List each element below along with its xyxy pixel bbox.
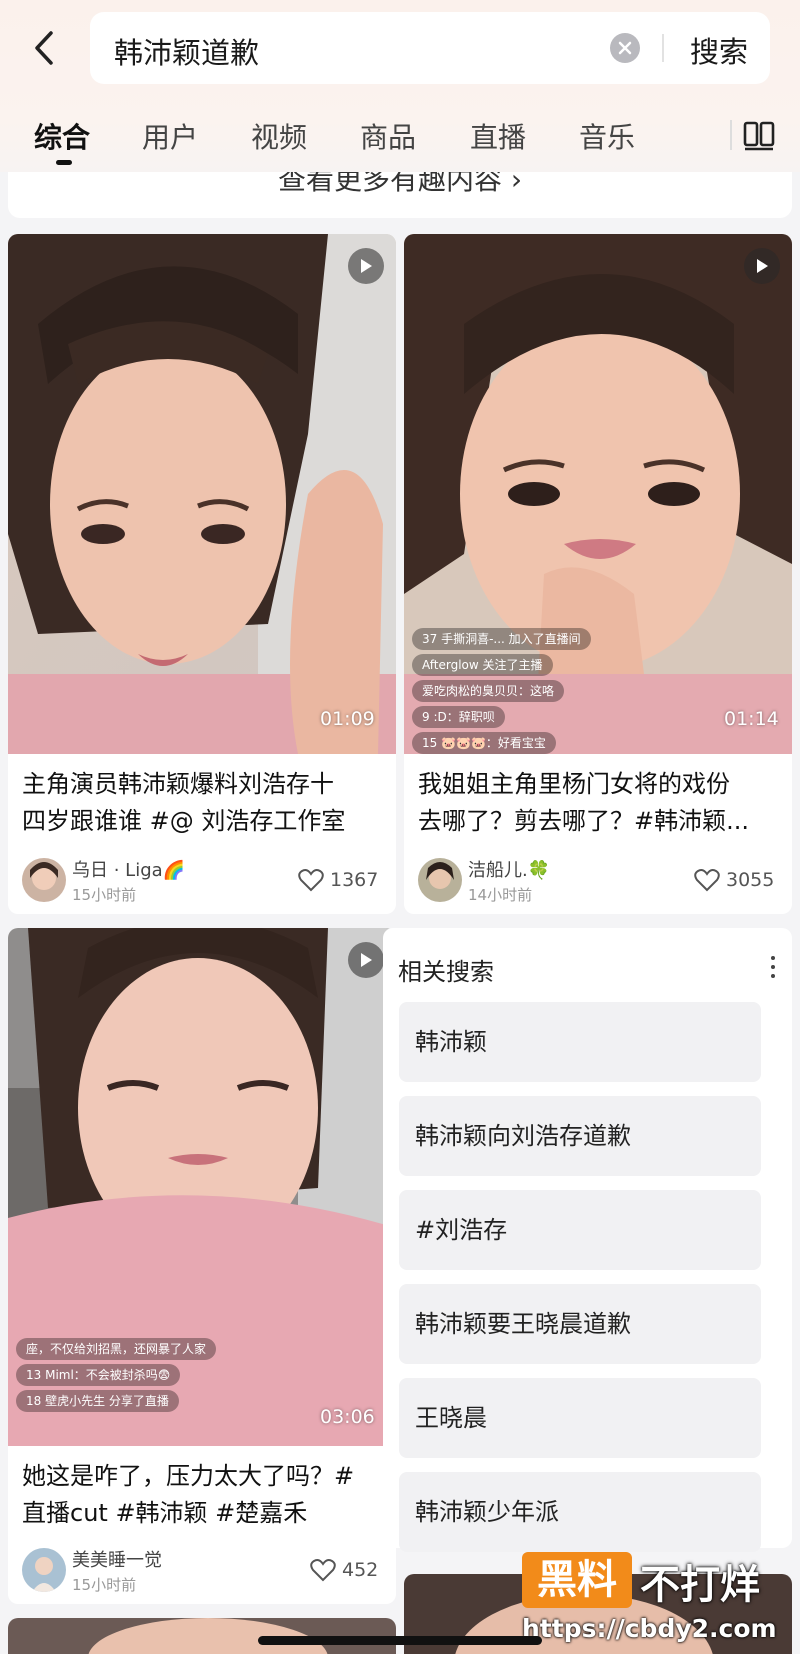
like-count: 452 (342, 1559, 379, 1581)
tab-products[interactable]: 商品 (360, 116, 416, 156)
layout-toggle-icon[interactable] (742, 118, 776, 152)
heart-icon (694, 869, 720, 892)
search-input[interactable]: 韩沛颖道歉 (114, 30, 259, 72)
tab-live[interactable]: 直播 (470, 116, 526, 156)
back-button[interactable] (22, 22, 66, 74)
post-time: 15小时前 (72, 886, 137, 904)
more-content-text: 查看更多有趣内容 › (278, 172, 523, 196)
more-content-banner[interactable]: 查看更多有趣内容 › (8, 172, 792, 218)
tab-users[interactable]: 用户 (142, 116, 198, 156)
more-options-icon[interactable] (763, 952, 783, 982)
play-icon (348, 248, 384, 284)
watermark-text: 不打烊 (640, 1562, 760, 1608)
author-name[interactable]: 洁船儿.🍀 (468, 856, 550, 882)
card-title[interactable]: 她这是咋了，压力太大了吗？# 直播cut #韩沛颖 #楚嘉禾 (22, 1458, 382, 1532)
live-comment: 座，不仅给刘招黑，还网暴了人家 (16, 1338, 217, 1360)
live-comment: 37 手撕洞喜-... 加入了直播间 (412, 628, 591, 650)
heart-icon (298, 869, 324, 892)
back-arrow-icon (35, 31, 53, 65)
avatar[interactable] (418, 858, 462, 902)
play-icon (744, 248, 780, 284)
clear-icon[interactable] (610, 33, 640, 63)
tab-comprehensive[interactable]: 综合 (34, 116, 90, 156)
tab-bar: 综合 用户 视频 商品 直播 音乐 (0, 112, 800, 165)
video-duration: 01:09 (320, 708, 375, 730)
like-count: 1367 (330, 869, 379, 891)
related-item[interactable]: 韩沛颖向刘浩存道歉 (399, 1096, 761, 1176)
video-card-3[interactable]: 座，不仅给刘招黑，还网暴了人家 13 Miml：不会被封杀吗😨 18 壁虎小先生… (8, 928, 396, 1604)
heart-icon (310, 1559, 336, 1582)
search-button[interactable]: 搜索 (690, 29, 748, 71)
like-count: 3055 (726, 869, 775, 891)
like-button[interactable]: 452 (310, 1558, 378, 1582)
header: 韩沛颖道歉 搜索 综合 用户 视频 商品 直播 音乐 (0, 0, 800, 172)
avatar[interactable] (22, 1548, 66, 1592)
video-card-2[interactable]: 37 手撕洞喜-... 加入了直播间 Afterglow 关注了主播 爱吃肉松的… (404, 234, 792, 914)
related-item[interactable]: 韩沛颖少年派 (399, 1472, 761, 1552)
video-duration: 03:06 (320, 1406, 375, 1428)
tab-videos[interactable]: 视频 (251, 116, 307, 156)
like-button[interactable]: 3055 (694, 868, 774, 892)
search-box[interactable]: 韩沛颖道歉 搜索 (90, 12, 770, 84)
watermark-box: 黑料 (522, 1552, 632, 1608)
tab-music[interactable]: 音乐 (579, 116, 635, 156)
watermark-logo: 黑料 不打烊 https://cbdy2.com (522, 1548, 786, 1648)
watermark-url: https://cbdy2.com (522, 1614, 777, 1643)
tab-separator (730, 120, 732, 150)
live-comment: 13 Miml：不会被封杀吗😨 (16, 1364, 181, 1386)
live-comment: 9 :D：辞职呗 (412, 706, 505, 728)
related-searches: 相关搜索 韩沛颖 韩沛颖向刘浩存道歉 #刘浩存 韩沛颖要王晓晨道歉 王晓晨 韩沛… (383, 928, 792, 1552)
related-item[interactable]: 韩沛颖要王晓晨道歉 (399, 1284, 761, 1364)
live-comment: 15 🐷🐷🐷：好看宝宝 (412, 732, 556, 754)
author-name[interactable]: 乌日 · Liga🌈 (72, 856, 185, 882)
home-indicator[interactable] (258, 1636, 542, 1645)
live-comments: 37 手撕洞喜-... 加入了直播间 Afterglow 关注了主播 爱吃肉松的… (412, 628, 672, 758)
card-title[interactable]: 主角演员韩沛颖爆料刘浩存十 四岁跟谁谁 #@ 刘浩存工作室 (22, 766, 382, 840)
live-comment: 爱吃肉松的臭贝贝：这咯 (412, 680, 565, 702)
related-item[interactable]: #刘浩存 (399, 1190, 761, 1270)
card-title[interactable]: 我姐姐主角里杨门女将的戏份 去哪了？剪去哪了？#韩沛颖... (418, 766, 780, 840)
post-time: 15小时前 (72, 1576, 137, 1594)
related-title: 相关搜索 (398, 958, 494, 986)
like-button[interactable]: 1367 (298, 868, 378, 892)
live-comment: Afterglow 关注了主播 (412, 654, 553, 676)
play-icon (348, 942, 384, 978)
live-comment: 18 壁虎小先生 分享了直播 (16, 1390, 179, 1412)
search-divider (662, 34, 664, 62)
related-item[interactable]: 王晓晨 (399, 1378, 761, 1458)
related-item[interactable]: 韩沛颖 (399, 1002, 761, 1082)
video-duration: 01:14 (724, 708, 779, 730)
post-time: 14小时前 (468, 886, 533, 904)
tab-indicator (56, 160, 72, 165)
avatar[interactable] (22, 858, 66, 902)
live-comments: 座，不仅给刘招黑，还网暴了人家 13 Miml：不会被封杀吗😨 18 壁虎小先生… (16, 1338, 316, 1416)
video-card-1[interactable]: 01:09 主角演员韩沛颖爆料刘浩存十 四岁跟谁谁 #@ 刘浩存工作室 乌日 ·… (8, 234, 396, 914)
author-name[interactable]: 美美睡一觉 (72, 1546, 162, 1572)
video-thumbnail[interactable] (8, 234, 396, 754)
